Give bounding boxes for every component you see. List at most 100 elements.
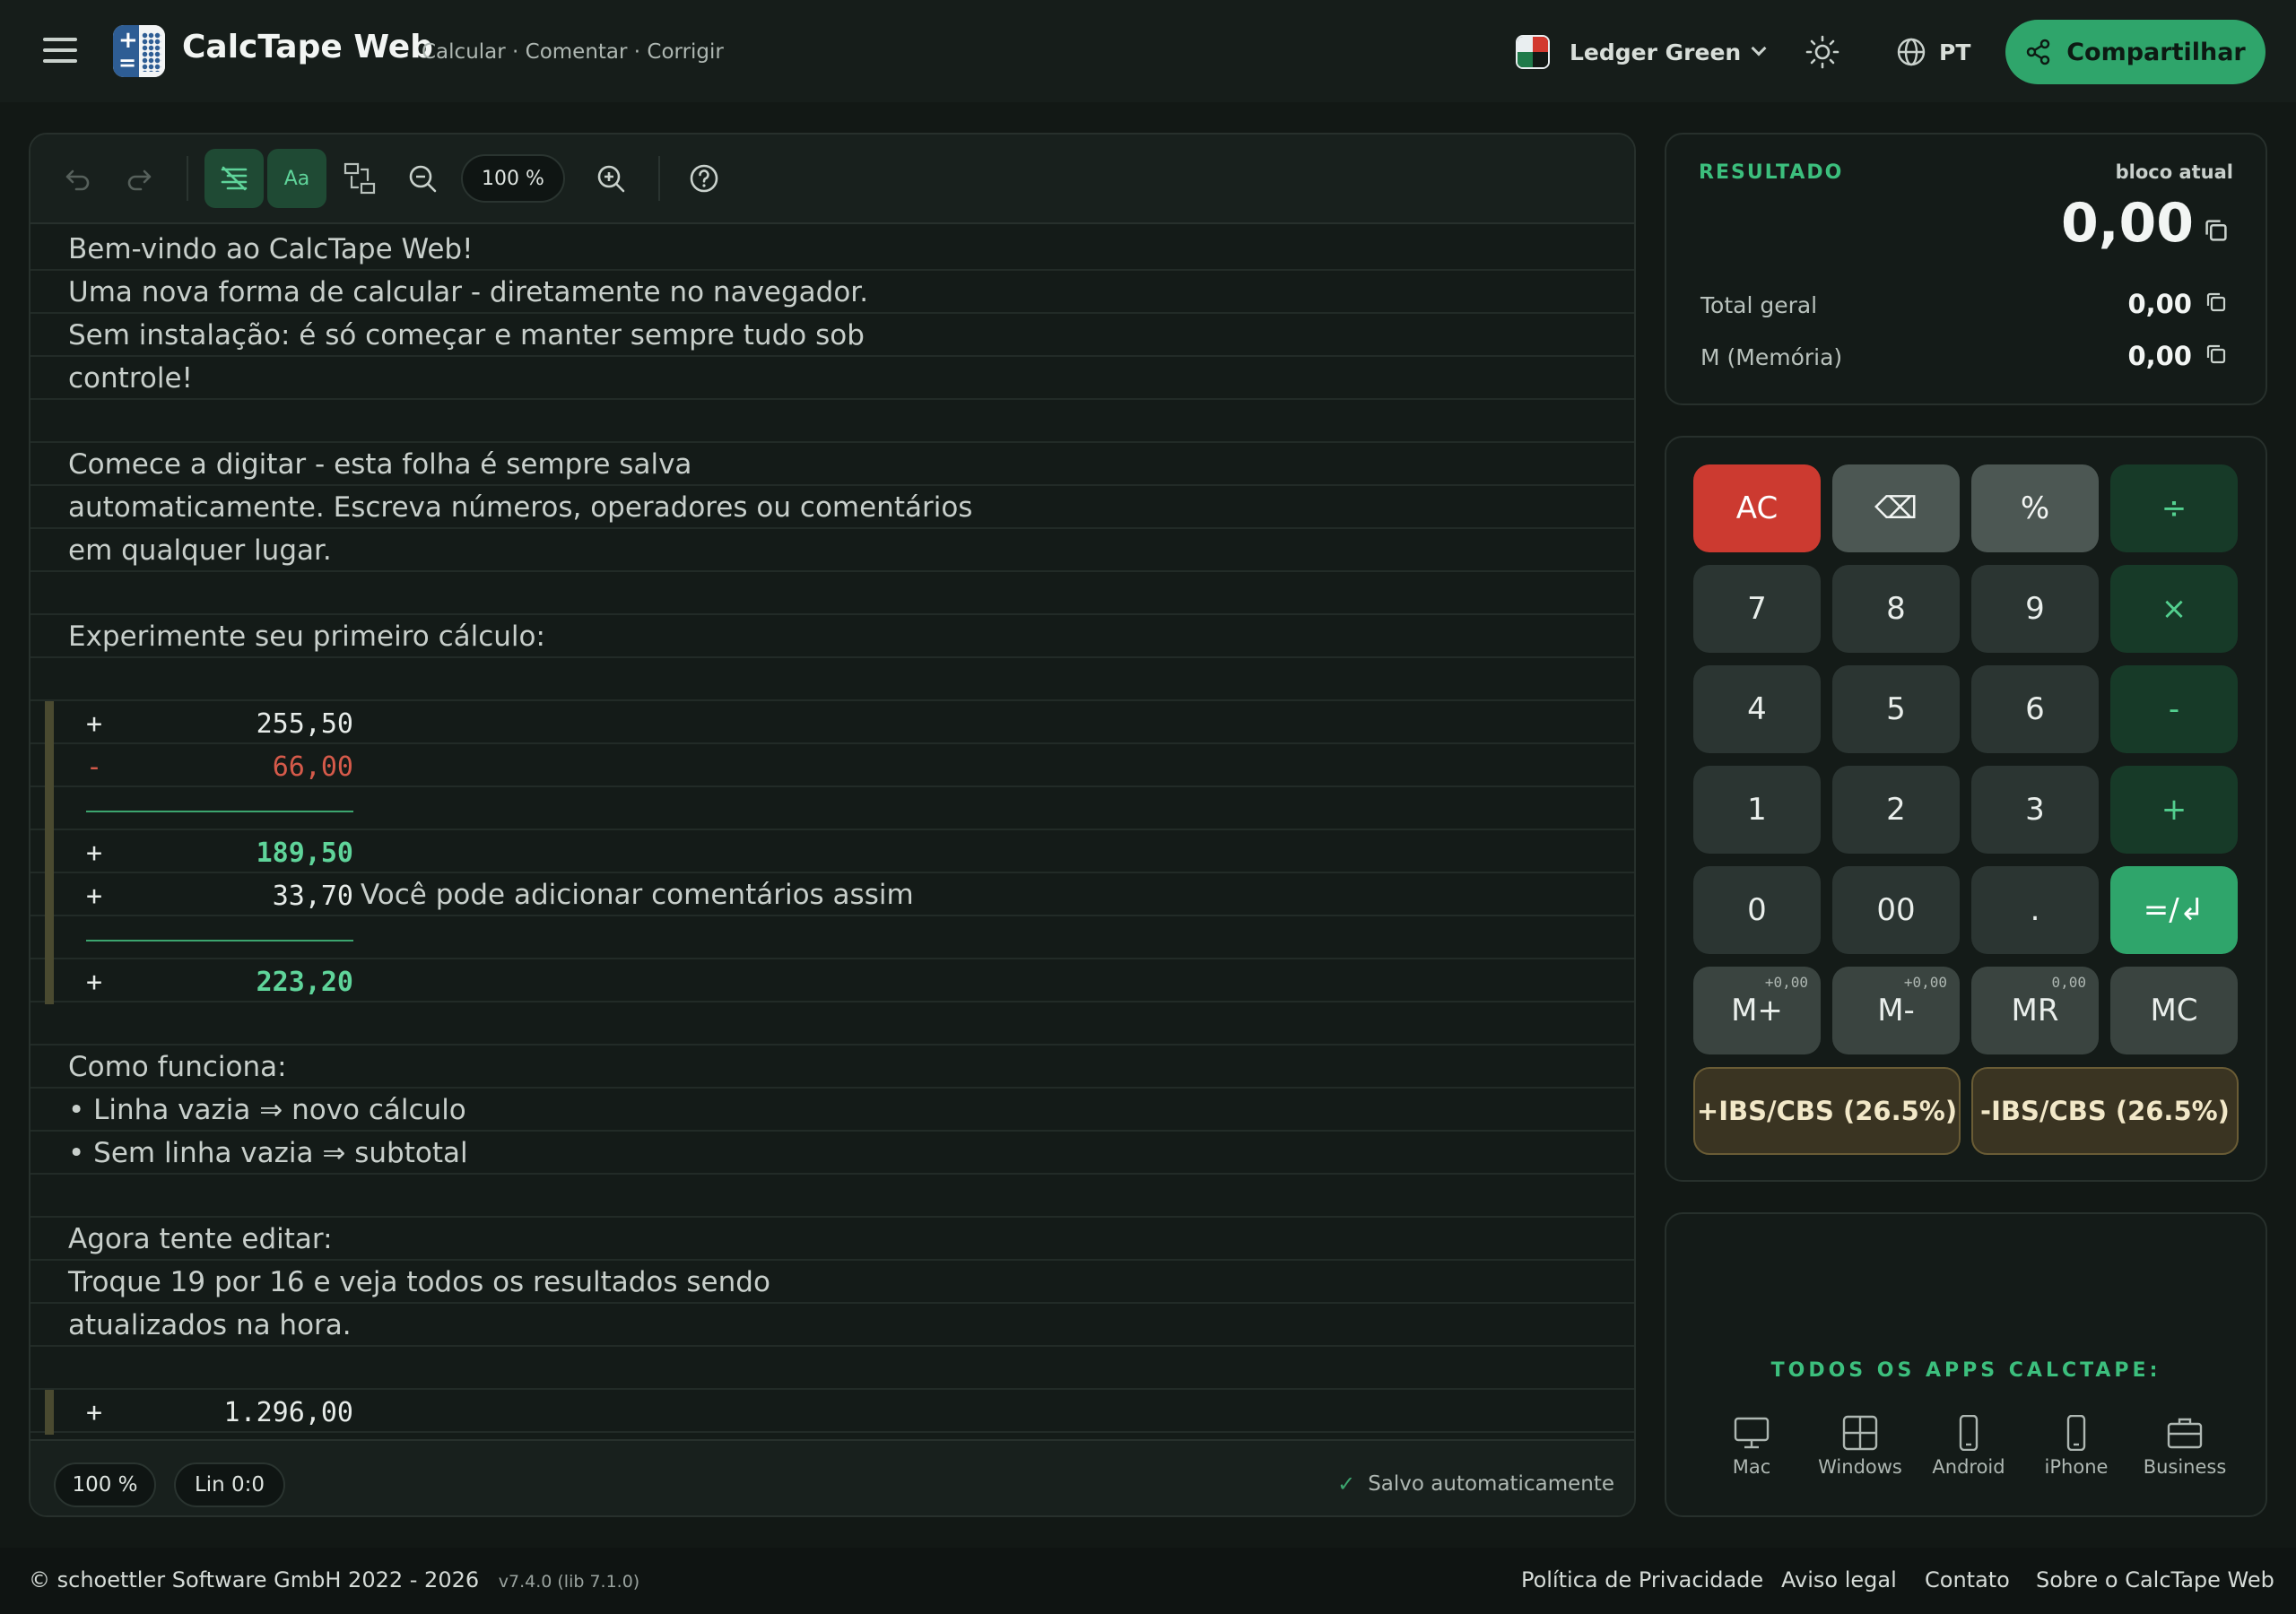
digit-6-button[interactable]: 6 bbox=[1971, 665, 2099, 753]
copy-total-icon[interactable] bbox=[2205, 291, 2228, 314]
tape-calc-line[interactable]: +1.296,00 bbox=[30, 1390, 1634, 1435]
tape-text-line[interactable]: Troque 19 por 16 e veja todos os resulta… bbox=[30, 1261, 1634, 1304]
digit-7-button[interactable]: 7 bbox=[1693, 565, 1821, 653]
line-number: 1.296,00 bbox=[223, 1397, 354, 1428]
tape-text-line[interactable] bbox=[30, 1347, 1634, 1390]
copy-memory-icon[interactable] bbox=[2205, 343, 2228, 366]
digit-9-button[interactable]: 9 bbox=[1971, 565, 2099, 653]
tape-text-line[interactable]: Agora tente editar: bbox=[30, 1218, 1634, 1261]
help-button[interactable] bbox=[674, 149, 734, 208]
clear-all-button[interactable]: AC bbox=[1693, 464, 1821, 552]
light-mode-toggle[interactable] bbox=[1805, 34, 1840, 70]
theme-selector[interactable]: Ledger Green bbox=[1516, 34, 1767, 70]
wrap-lines-toggle[interactable] bbox=[204, 149, 264, 208]
tape-lines[interactable]: Bem-vindo ao CalcTape Web! Uma nova forma… bbox=[30, 228, 1634, 1438]
result-label: RESULTADO bbox=[1699, 161, 1844, 184]
tape-text-line[interactable]: • Sem linha vazia ⇒ subtotal bbox=[30, 1132, 1634, 1175]
tape-text-line[interactable]: Como funciona: bbox=[30, 1046, 1634, 1089]
tape-text-line[interactable]: Experimente seu primeiro cálculo: bbox=[30, 615, 1634, 658]
undo-button[interactable] bbox=[48, 149, 108, 208]
digit-0-button[interactable]: 0 bbox=[1693, 866, 1821, 954]
windows-icon bbox=[1842, 1415, 1878, 1451]
tape-text-line[interactable]: Sem instalação: é só começar e manter se… bbox=[30, 314, 1634, 357]
font-toggle[interactable]: Aa bbox=[267, 149, 326, 208]
memory-add-button[interactable]: M+ +0,00 bbox=[1693, 967, 1821, 1054]
app-link-android[interactable]: Android bbox=[1919, 1415, 2018, 1478]
tape-text-line[interactable] bbox=[30, 572, 1634, 615]
privacy-link[interactable]: Política de Privacidade bbox=[1521, 1567, 1763, 1592]
tape-text-line[interactable]: automaticamente. Escreva números, operad… bbox=[30, 486, 1634, 529]
key-label: × bbox=[2161, 591, 2187, 627]
digit-5-button[interactable]: 5 bbox=[1832, 665, 1960, 753]
line-text: Comece a digitar - esta folha é sempre s… bbox=[68, 448, 692, 481]
minus-button[interactable]: - bbox=[2110, 665, 2238, 753]
tape-text-line[interactable]: atualizados na hora. bbox=[30, 1304, 1634, 1347]
tape-text-line[interactable]: • Linha vazia ⇒ novo cálculo bbox=[30, 1089, 1634, 1132]
percent-button[interactable]: % bbox=[1971, 464, 2099, 552]
zoom-in-button[interactable] bbox=[581, 149, 640, 208]
about-link[interactable]: Sobre o CalcTape Web bbox=[2036, 1567, 2274, 1592]
number-format-button[interactable] bbox=[330, 149, 389, 208]
digit-00-button[interactable]: 00 bbox=[1832, 866, 1960, 954]
wrap-text-icon bbox=[221, 166, 248, 191]
legal-notice-link[interactable]: Aviso legal bbox=[1781, 1567, 1897, 1592]
copy-result-icon[interactable] bbox=[2203, 217, 2230, 244]
app-link-windows[interactable]: Windows bbox=[1811, 1415, 1909, 1478]
apps-title: TODOS OS APPS CALCTAPE: bbox=[1770, 1359, 2161, 1382]
tape-text-line[interactable]: em qualquer lugar. bbox=[30, 529, 1634, 572]
tax-subtract-button[interactable]: -IBS/CBS (26.5%) bbox=[1971, 1067, 2239, 1155]
phone-icon bbox=[1959, 1415, 1979, 1451]
digit-8-button[interactable]: 8 bbox=[1832, 565, 1960, 653]
key-label: 1 bbox=[1747, 792, 1767, 828]
tape-calc-line[interactable]: +33,70 Você pode adicionar comentários as… bbox=[30, 873, 1634, 918]
backspace-button[interactable]: ⌫ bbox=[1832, 464, 1960, 552]
plus-button[interactable]: + bbox=[2110, 766, 2238, 854]
divide-button[interactable]: ÷ bbox=[2110, 464, 2238, 552]
tape-text-line[interactable] bbox=[30, 658, 1634, 701]
app-link-mac[interactable]: Mac bbox=[1702, 1415, 1801, 1478]
tape-text-line[interactable]: Bem-vindo ao CalcTape Web! bbox=[30, 228, 1634, 271]
line-text: Agora tente editar: bbox=[68, 1223, 333, 1255]
decimal-button[interactable]: . bbox=[1971, 866, 2099, 954]
autosave-label: Salvo automaticamente bbox=[1368, 1472, 1614, 1496]
line-operator: + bbox=[86, 708, 103, 740]
tape-calc-line[interactable]: +223,20 bbox=[30, 959, 1634, 1004]
tape-text-line[interactable] bbox=[30, 1002, 1634, 1046]
tape-text-line[interactable]: Comece a digitar - esta folha é sempre s… bbox=[30, 443, 1634, 486]
memory-value: 0,00 bbox=[2127, 341, 2192, 371]
digit-2-button[interactable]: 2 bbox=[1832, 766, 1960, 854]
equals-button[interactable]: =/↲ bbox=[2110, 866, 2238, 954]
status-cursor-position: Lin 0:0 bbox=[174, 1462, 285, 1507]
digit-4-button[interactable]: 4 bbox=[1693, 665, 1821, 753]
key-label: 4 bbox=[1747, 691, 1767, 727]
memory-subtract-button[interactable]: M- +0,00 bbox=[1832, 967, 1960, 1054]
memory-recall-button[interactable]: MR 0,00 bbox=[1971, 967, 2099, 1054]
tape-text-line[interactable] bbox=[30, 1175, 1634, 1218]
key-label: 2 bbox=[1886, 792, 1906, 828]
copyright: © schoettler Software GmbH 2022 - 2026 v… bbox=[29, 1567, 639, 1592]
language-selector[interactable]: PT bbox=[1896, 34, 1970, 70]
digit-1-button[interactable]: 1 bbox=[1693, 766, 1821, 854]
chevron-down-icon bbox=[1751, 40, 1767, 56]
tape-calc-line[interactable]: - 66,00 bbox=[30, 744, 1634, 789]
digit-3-button[interactable]: 3 bbox=[1971, 766, 2099, 854]
tape-calc-line[interactable]: +255,50 bbox=[30, 701, 1634, 746]
memory-clear-button[interactable]: MC bbox=[2110, 967, 2238, 1054]
tape-calc-line[interactable]: +189,50 bbox=[30, 830, 1634, 875]
redo-button[interactable] bbox=[109, 149, 169, 208]
tape-subtotal-rule[interactable] bbox=[30, 916, 1634, 961]
app-link-business[interactable]: Business bbox=[2135, 1415, 2234, 1478]
autosave-status: ✓ Salvo automaticamente bbox=[1337, 1471, 1614, 1497]
contact-link[interactable]: Contato bbox=[1925, 1567, 2010, 1592]
app-link-iphone[interactable]: iPhone bbox=[2027, 1415, 2126, 1478]
tape-text-line[interactable]: controle! bbox=[30, 357, 1634, 400]
tape-text-line[interactable]: Uma nova forma de calcular - diretamente… bbox=[30, 271, 1634, 314]
tape-text-line[interactable] bbox=[30, 400, 1634, 443]
share-button[interactable]: Compartilhar bbox=[2005, 20, 2266, 84]
tax-add-button[interactable]: +IBS/CBS (26.5%) bbox=[1693, 1067, 1961, 1155]
tape-subtotal-rule[interactable] bbox=[30, 787, 1634, 832]
menu-icon[interactable] bbox=[43, 38, 77, 65]
zoom-out-button[interactable] bbox=[393, 149, 452, 208]
key-label: 7 bbox=[1747, 591, 1767, 627]
multiply-button[interactable]: × bbox=[2110, 565, 2238, 653]
